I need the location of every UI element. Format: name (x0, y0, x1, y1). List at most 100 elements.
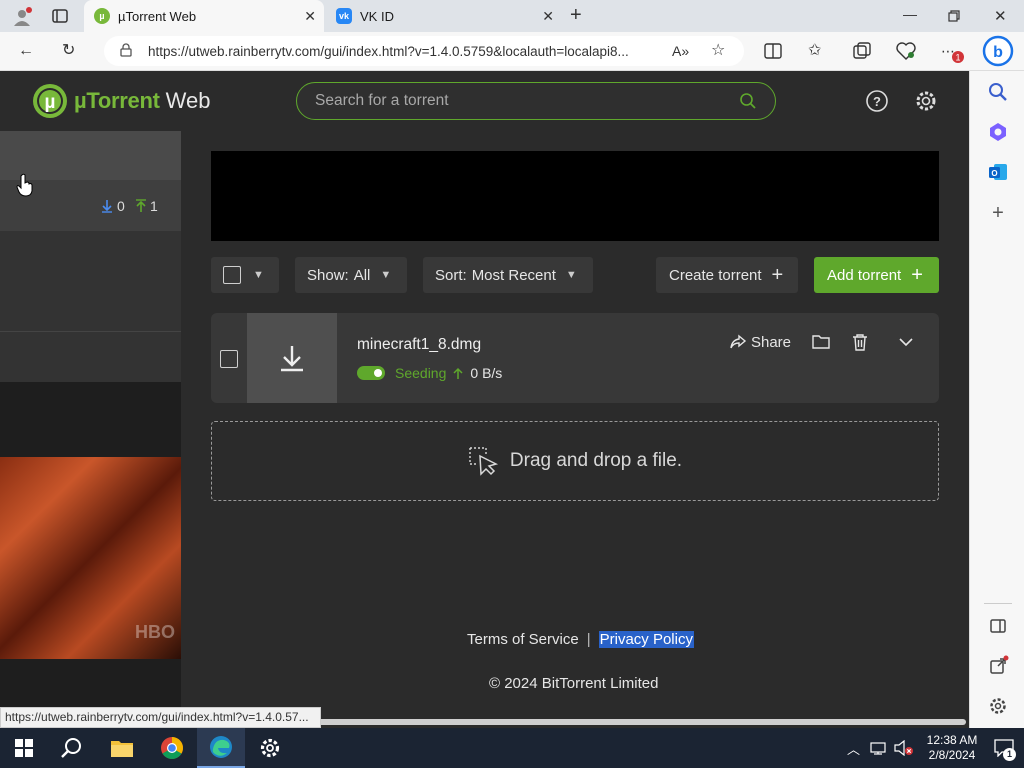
torrent-checkbox[interactable] (220, 350, 238, 368)
start-button[interactable] (0, 728, 48, 768)
chrome-button[interactable] (148, 728, 196, 768)
system-tray: ︿ 12:38 AM 2/8/2024 1 (847, 728, 1024, 768)
settings-gear-icon (260, 738, 280, 758)
new-tab-icon[interactable]: + (570, 4, 582, 27)
utorrent-logo[interactable]: µ µTorrent Web (32, 83, 211, 119)
drop-zone[interactable]: Drag and drop a file. (211, 421, 939, 501)
back-icon[interactable]: ← (18, 41, 34, 61)
privacy-policy-link[interactable]: Privacy Policy (598, 631, 694, 648)
read-aloud-icon[interactable]: A» (672, 41, 689, 61)
show-value: All (353, 266, 371, 284)
sidebar-divider (984, 603, 1012, 604)
folder-icon[interactable] (812, 334, 830, 350)
torrent-state: Seeding (395, 365, 447, 381)
download-icon (281, 346, 303, 372)
profile-icon[interactable] (12, 7, 32, 27)
copyright-text: © 2024 BitTorrent Limited (489, 675, 659, 692)
collections-icon[interactable] (853, 42, 871, 60)
restore-icon[interactable] (948, 10, 960, 22)
expand-chevron-icon[interactable] (899, 337, 913, 347)
vk-favicon: vk (336, 8, 352, 24)
favorite-star-icon[interactable]: ☆ (711, 41, 725, 61)
sort-value: Most Recent (471, 266, 556, 284)
clock-date: 2/8/2024 (928, 748, 976, 762)
taskbar-search-button[interactable] (48, 728, 96, 768)
search-placeholder: Search for a torrent (315, 92, 449, 109)
settings-button[interactable] (246, 728, 294, 768)
refresh-icon[interactable]: ↻ (62, 41, 75, 61)
show-hidden-icons-icon[interactable]: ︿ (847, 739, 860, 758)
plus-icon: + (911, 263, 923, 286)
add-torrent-button[interactable]: Add torrent + (814, 257, 939, 293)
left-panel-item[interactable] (0, 331, 181, 382)
sort-dropdown[interactable]: Sort: Most Recent ▼ (423, 257, 593, 293)
left-panel-item[interactable] (0, 231, 181, 331)
trash-icon[interactable] (852, 333, 868, 351)
utorrent-logo-icon: µ (33, 84, 67, 118)
favorites-icon[interactable]: ✩ (808, 41, 821, 61)
volume-muted-icon[interactable] (894, 740, 914, 756)
logo-suffix-text: Web (165, 88, 211, 113)
add-sidebar-app-icon[interactable]: + (987, 202, 1009, 224)
torrent-speed: 0 B/s (470, 365, 503, 381)
chevron-down-icon: ▼ (565, 269, 577, 281)
show-filter-dropdown[interactable]: Show: All ▼ (295, 257, 407, 293)
search-icon[interactable] (987, 81, 1009, 103)
clock-time: 12:38 AM (926, 733, 978, 747)
url-field[interactable]: https://utweb.rainberrytv.com/gui/index.… (104, 36, 744, 66)
browser-essentials-icon[interactable] (896, 42, 916, 60)
minimize-icon[interactable]: — (903, 6, 917, 22)
sort-label: Sort: (435, 266, 467, 284)
close-tab-icon[interactable]: ✕ (304, 8, 316, 25)
video-preview[interactable]: HBO (0, 457, 181, 659)
file-explorer-button[interactable] (98, 728, 146, 768)
drag-drop-icon (469, 447, 498, 476)
windows-taskbar: ︿ 12:38 AM 2/8/2024 1 (0, 728, 1024, 768)
torrent-search-input[interactable]: Search for a torrent (296, 82, 776, 120)
select-all-checkbox[interactable] (223, 266, 241, 284)
settings-gear-icon[interactable] (914, 89, 938, 113)
torrent-row[interactable]: minecraft1_8.dmg Seeding 0 B/s Share (211, 313, 939, 403)
office-icon[interactable] (987, 121, 1009, 143)
search-icon[interactable] (739, 92, 757, 110)
edge-button[interactable] (197, 728, 245, 768)
tab-title: µTorrent Web (118, 8, 197, 24)
app-header: µ µTorrent Web Search for a torrent ? (0, 71, 969, 131)
chrome-icon (161, 737, 183, 759)
plus-icon: + (771, 263, 784, 286)
clock[interactable]: 12:38 AM 2/8/2024 (920, 733, 984, 763)
torrent-thumbnail[interactable] (247, 313, 337, 403)
hide-sidebar-icon[interactable] (987, 615, 1009, 637)
terms-of-service-link[interactable]: Terms of Service (467, 631, 579, 648)
tab-utorrent[interactable]: µ µTorrent Web ✕ (84, 0, 324, 32)
close-window-icon[interactable]: ✕ (994, 7, 1007, 25)
outlook-icon[interactable]: O (987, 161, 1009, 183)
copilot-icon[interactable]: b (982, 35, 1014, 67)
sidebar-settings-icon[interactable] (987, 695, 1009, 717)
seeding-toggle[interactable] (357, 366, 385, 380)
tab-actions-icon[interactable] (52, 9, 68, 23)
link-status-url: https://utweb.rainberrytv.com/gui/index.… (0, 707, 321, 728)
download-count: 0 (117, 198, 125, 214)
lock-icon[interactable] (120, 43, 132, 57)
notification-count: 1 (1003, 748, 1016, 761)
tab-title: VK ID (360, 8, 394, 24)
svg-text:?: ? (873, 94, 881, 109)
search-icon (61, 738, 81, 758)
notification-center-button[interactable]: 1 (984, 728, 1024, 768)
hand-cursor-icon (16, 173, 33, 197)
create-torrent-button[interactable]: Create torrent + (656, 257, 798, 293)
edge-icon (210, 736, 232, 758)
help-icon[interactable]: ? (865, 89, 889, 113)
external-link-icon[interactable] (987, 655, 1009, 677)
ad-banner[interactable] (211, 151, 939, 241)
select-all-dropdown[interactable]: ▼ (211, 257, 279, 293)
windows-logo-icon (15, 739, 33, 757)
torrent-actions: Share (729, 333, 939, 351)
network-icon[interactable] (870, 741, 888, 755)
close-tab-icon[interactable]: ✕ (542, 8, 554, 25)
torrent-name[interactable]: minecraft1_8.dmg (357, 336, 481, 354)
split-screen-icon[interactable] (764, 43, 782, 59)
tab-vk-id[interactable]: vk VK ID ✕ (326, 0, 562, 32)
share-button[interactable]: Share (729, 334, 791, 351)
